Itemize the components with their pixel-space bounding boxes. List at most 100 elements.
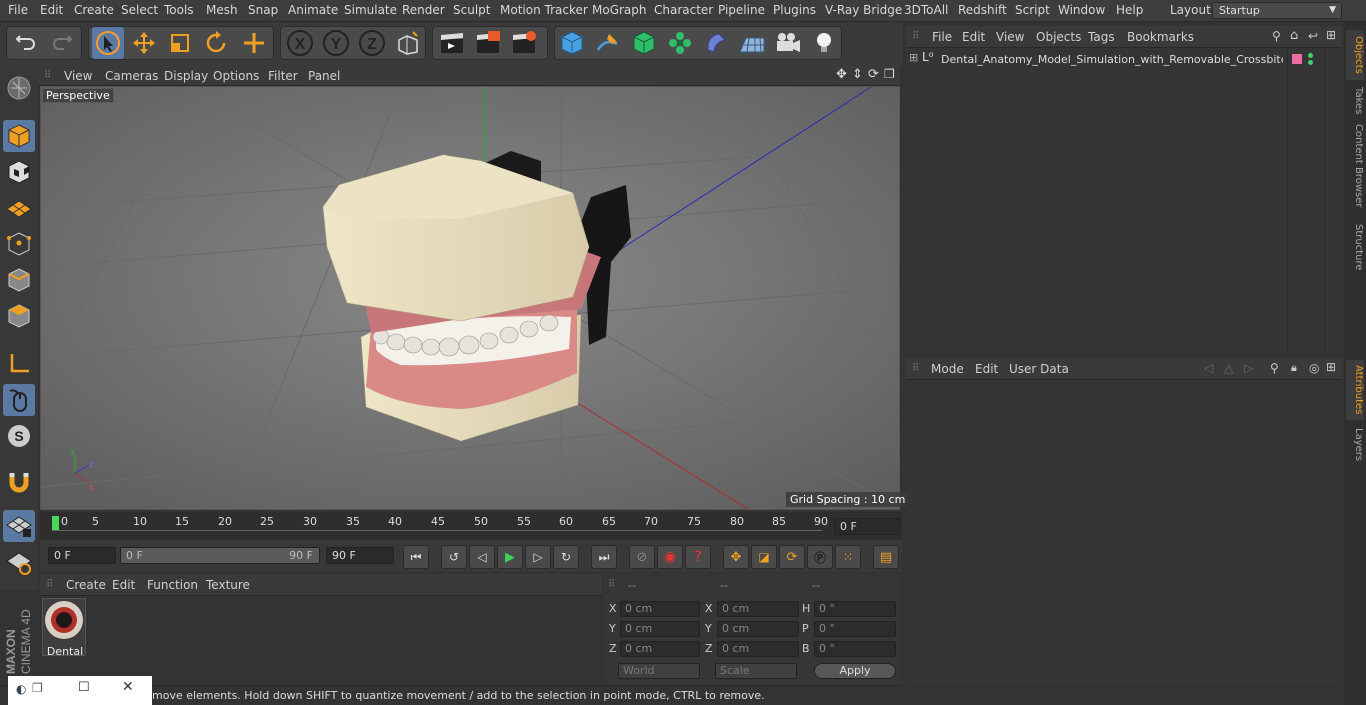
make-editable-button[interactable] — [3, 72, 35, 104]
position-z-field[interactable]: 0 cm — [620, 641, 700, 657]
panel-grip-icon[interactable]: ⠿ — [912, 363, 919, 374]
next-key-button[interactable]: ↻ — [553, 545, 579, 569]
coordinate-mode-select[interactable]: World — [618, 663, 700, 679]
attributes-menu-user-data[interactable]: User Data — [1009, 362, 1069, 376]
next-frame-button[interactable]: ▷ — [525, 545, 551, 569]
camera-button[interactable] — [772, 27, 804, 59]
restore-icon[interactable]: ❐ — [32, 681, 43, 695]
menu-vray-bridge[interactable]: V-Ray Bridge — [825, 3, 902, 17]
solo-button[interactable]: S — [3, 420, 35, 452]
texture-mode-button[interactable] — [3, 156, 35, 188]
editor-visibility-dot[interactable] — [1308, 53, 1313, 58]
polygons-mode-button[interactable] — [3, 300, 35, 332]
close-icon[interactable]: ✕ — [122, 679, 134, 695]
objects-menu-objects[interactable]: Objects — [1036, 30, 1081, 44]
y-axis-lock-button[interactable]: Y — [320, 27, 352, 59]
expand-icon[interactable]: ⊞ — [909, 51, 918, 64]
menu-window[interactable]: Window — [1058, 3, 1105, 17]
x-axis-lock-button[interactable]: X — [284, 27, 316, 59]
rotation-b-field[interactable]: 0 ° — [814, 641, 896, 657]
menu-edit[interactable]: Edit — [40, 3, 63, 17]
menu-render[interactable]: Render — [402, 3, 445, 17]
forward-arrow-icon[interactable]: ▷ — [1244, 361, 1253, 375]
material-menu-create[interactable]: Create — [66, 578, 106, 592]
enable-axis-button[interactable] — [3, 348, 35, 380]
position-y-field[interactable]: 0 cm — [620, 621, 700, 637]
attributes-menu-mode[interactable]: Mode — [931, 362, 964, 376]
viewport-move-icon[interactable]: ✥ — [836, 67, 847, 82]
tab-layers[interactable]: Layers — [1346, 426, 1364, 464]
render-settings-button[interactable] — [508, 27, 540, 59]
tab-attributes[interactable]: Attributes — [1346, 360, 1364, 420]
go-to-start-button[interactable]: ⏮ — [403, 545, 429, 569]
target-icon[interactable]: ◎ — [1309, 361, 1319, 375]
material-swatch[interactable]: Dental — [42, 598, 86, 658]
redo-button[interactable] — [46, 27, 78, 59]
material-menu-edit[interactable]: Edit — [112, 578, 135, 592]
apply-button[interactable]: Apply — [814, 663, 896, 679]
attributes-menu-edit[interactable]: Edit — [975, 362, 998, 376]
live-selection-button[interactable] — [92, 27, 124, 59]
size-mode-select[interactable]: Scale — [715, 663, 797, 679]
menu-select[interactable]: Select — [121, 3, 158, 17]
maximize-icon[interactable]: ☐ — [78, 680, 90, 695]
playhead-marker[interactable] — [52, 516, 59, 530]
viewport-menu-display[interactable]: Display — [164, 69, 208, 83]
menu-tools[interactable]: Tools — [164, 3, 194, 17]
deformer-button[interactable] — [700, 27, 732, 59]
search-icon[interactable]: ⚲ — [1270, 361, 1279, 375]
tab-objects[interactable]: Objects — [1346, 30, 1364, 80]
floor-environment-button[interactable] — [736, 27, 768, 59]
menu-plugins[interactable]: Plugins — [773, 3, 816, 17]
viewport-menu-options[interactable]: Options — [213, 69, 259, 83]
go-to-end-button[interactable]: ⏭ — [591, 545, 617, 569]
tab-structure[interactable]: Structure — [1346, 220, 1364, 274]
menu-sculpt[interactable]: Sculpt — [453, 3, 490, 17]
menu-create[interactable]: Create — [74, 3, 114, 17]
back-arrow-icon[interactable]: ◁ — [1204, 361, 1213, 375]
menu-snap[interactable]: Snap — [248, 3, 278, 17]
recent-tool-button[interactable] — [238, 27, 270, 59]
menu-file[interactable]: File — [8, 3, 28, 17]
z-axis-lock-button[interactable]: Z — [356, 27, 388, 59]
end-frame-field[interactable]: 90 F — [326, 547, 394, 564]
up-arrow-icon[interactable]: △ — [1224, 361, 1233, 375]
move-tool-button[interactable] — [128, 27, 160, 59]
tab-takes[interactable]: Takes — [1346, 84, 1364, 118]
planar-workplane-button[interactable] — [3, 546, 35, 578]
viewport-rotate-icon[interactable]: ⟳ — [868, 67, 879, 82]
tab-content-browser[interactable]: Content Browser — [1346, 122, 1364, 210]
objects-menu-edit[interactable]: Edit — [962, 30, 985, 44]
render-visibility-dot[interactable] — [1308, 60, 1313, 65]
undo-button[interactable] — [10, 27, 42, 59]
size-x-field[interactable]: 0 cm — [717, 601, 799, 617]
key-rotation-button[interactable]: ⟳ — [779, 545, 805, 569]
object-row[interactable]: ⊞ L⁰ Dental_Anatomy_Model_Simulation_wit… — [906, 50, 1286, 68]
snapping-button[interactable] — [3, 466, 35, 498]
play-button[interactable]: ▶ — [497, 545, 523, 569]
timeline-ruler[interactable]: 0 5 10 15 20 25 30 35 40 45 50 55 60 65 … — [40, 512, 902, 540]
menu-simulate[interactable]: Simulate — [344, 3, 397, 17]
cloner-button[interactable] — [664, 27, 696, 59]
menu-3dtoall[interactable]: 3DToAll — [904, 3, 948, 17]
render-to-picture-viewer-button[interactable] — [472, 27, 504, 59]
key-parameter-button[interactable]: Ⓟ — [807, 545, 833, 569]
material-menu-function[interactable]: Function — [147, 578, 198, 592]
objects-menu-bookmarks[interactable]: Bookmarks — [1127, 30, 1194, 44]
menu-help[interactable]: Help — [1116, 3, 1143, 17]
tweak-mode-button[interactable] — [3, 384, 35, 416]
start-frame-field[interactable]: 0 F — [48, 547, 116, 564]
objects-menu-view[interactable]: View — [996, 30, 1024, 44]
lock-icon[interactable]: 🔒︎ — [1291, 361, 1297, 375]
object-name[interactable]: Dental_Anatomy_Model_Simulation_with_Rem… — [941, 53, 1283, 66]
viewport-menu-filter[interactable]: Filter — [268, 69, 298, 83]
home-icon[interactable]: ⌂ — [1290, 28, 1298, 43]
key-pla-button[interactable]: ⁙ — [835, 545, 861, 569]
rotate-tool-button[interactable] — [200, 27, 232, 59]
cube-object-button[interactable] — [556, 27, 588, 59]
menu-redshift[interactable]: Redshift — [958, 3, 1007, 17]
size-y-field[interactable]: 0 cm — [717, 621, 799, 637]
panel-grip-icon[interactable]: ⠿ — [44, 70, 51, 81]
objects-menu-file[interactable]: File — [932, 30, 952, 44]
objects-menu-tags[interactable]: Tags — [1088, 30, 1115, 44]
